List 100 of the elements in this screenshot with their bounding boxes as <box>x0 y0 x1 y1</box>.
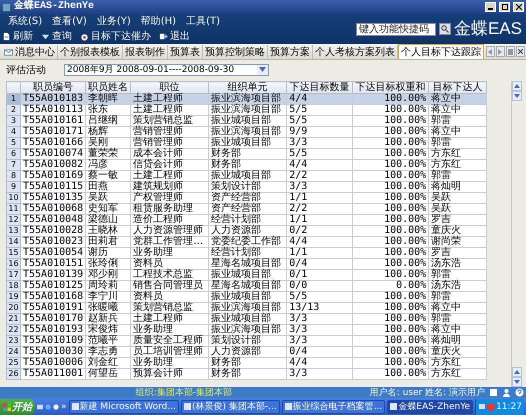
table-cell: 谢尚荣 <box>428 236 487 248</box>
user-icon[interactable] <box>502 388 511 397</box>
row-number: 4 <box>6 126 20 138</box>
table-cell: 土建工程师 <box>130 94 209 104</box>
more-icons-button[interactable]: » <box>61 402 67 412</box>
column-header[interactable]: 职位 <box>130 82 209 94</box>
corner-cell <box>6 82 20 94</box>
menu-item[interactable]: 工具(T) <box>186 16 220 28</box>
taskbar-button[interactable]: 振业综合电子档案管... <box>282 400 386 414</box>
table-cell: T55A010028 <box>20 226 86 236</box>
table-cell: 100.00% <box>352 160 429 170</box>
search-field[interactable]: 键入功能快捷码 <box>356 22 436 36</box>
table-cell: 100.00% <box>352 148 429 160</box>
close-tab-button[interactable] <box>516 46 525 57</box>
table-cell: 2/2 <box>286 204 353 214</box>
table-cell: 5/5 <box>286 116 353 126</box>
app-icon <box>2 2 11 12</box>
row-number: 24 <box>6 346 20 358</box>
column-header[interactable]: 目标下达人 <box>428 82 487 94</box>
table-cell: 100.00% <box>352 258 429 270</box>
table-cell: 100.00% <box>352 182 429 192</box>
tab[interactable]: 预算表 <box>168 45 203 59</box>
table-cell: 人力资源管理师 <box>130 226 209 236</box>
taskbar-button[interactable]: 新建 Microsoft Word... <box>68 400 179 414</box>
table-cell: 100.00% <box>352 138 429 148</box>
table-cell: 资料员 <box>130 258 209 270</box>
taskbar-button[interactable]: (林景俊) 集团本部-... <box>180 400 280 414</box>
table-cell: 蒋灿明 <box>428 336 487 346</box>
table-cell: 振业城项目部 <box>208 292 287 302</box>
toolbar-button[interactable]: 目标下达催办 <box>80 30 151 42</box>
row-number: 3 <box>6 116 20 126</box>
tab[interactable]: 报表制作 <box>123 45 168 59</box>
tab[interactable]: 预算方案 <box>268 45 313 59</box>
table-cell: 3/3 <box>286 336 353 346</box>
table-cell: 人力资源部 <box>208 346 287 358</box>
close-icon <box>518 49 523 54</box>
close-button[interactable] <box>513 2 524 12</box>
column-header[interactable]: 下达目标数量 <box>286 82 353 94</box>
tab[interactable]: 个别报表模板 <box>58 45 123 59</box>
table-cell: 周玲莉 <box>86 280 131 292</box>
tab[interactable]: 消息中心 <box>2 45 58 59</box>
table-cell: 100.00% <box>352 270 429 280</box>
column-header[interactable]: 下达目标权重和 <box>352 82 429 94</box>
scroll-up-button[interactable] <box>512 367 522 377</box>
table-cell: 预算会计师 <box>130 368 209 380</box>
menu-item[interactable]: 业务(Y) <box>96 16 131 28</box>
logo: 金蝶EAS <box>454 19 522 39</box>
scroll-down-button[interactable] <box>512 91 522 101</box>
toolbar-button[interactable]: 退出 <box>159 30 190 42</box>
table-cell: 张玲俐 <box>86 258 131 270</box>
row-number: 23 <box>6 336 20 346</box>
column-header[interactable]: 职员编号 <box>20 82 86 94</box>
table-cell: 营销管理师 <box>130 138 209 148</box>
table-cell: 振业滨海项目部 <box>208 324 287 336</box>
menu-item[interactable]: 系统(S) <box>8 16 42 28</box>
table-cell: 财务部 <box>208 368 287 380</box>
table-cell: 100.00% <box>352 204 429 214</box>
table-cell: 郭雷 <box>428 314 487 324</box>
search-button[interactable] <box>438 23 451 35</box>
table-cell: 100.00% <box>352 336 429 346</box>
table-cell: T55A010125 <box>20 280 86 292</box>
previous-tab-button[interactable] <box>486 46 495 57</box>
desktop-icon[interactable] <box>37 402 44 410</box>
table-cell: 员工培训管理师 <box>130 346 209 358</box>
toolbar-button[interactable]: 刷新 <box>2 30 33 42</box>
tab[interactable]: 个人目标下达跟踪 <box>398 44 484 59</box>
windows-flag-icon <box>3 402 11 410</box>
menu-item[interactable]: 查看(V) <box>52 16 87 28</box>
minimize-button[interactable] <box>485 2 496 12</box>
table-cell: 经营计划部 <box>208 248 287 258</box>
table-cell: 蒋立中 <box>428 104 487 116</box>
table-cell: 100.00% <box>352 214 429 226</box>
table-cell: 0/2 <box>286 226 353 236</box>
scroll-up-button[interactable] <box>512 81 522 91</box>
help-icon[interactable] <box>515 388 524 397</box>
activity-dropdown[interactable]: 2008年9月 2008-09-01----2008-09-30 <box>64 64 269 76</box>
table-cell: 策划营销总监 <box>130 116 209 126</box>
taskbar-button[interactable]: 金蝶EAS-ZhenYe <box>387 400 474 414</box>
table-cell: 100.00% <box>352 192 429 204</box>
table-cell: T55A010048 <box>20 214 86 226</box>
column-header[interactable]: 组织单元 <box>208 82 287 94</box>
table-cell: T55A010191 <box>20 302 86 314</box>
row-number: 10 <box>6 192 20 204</box>
table-cell: 成本会计师 <box>130 148 209 160</box>
table-cell: 蔡一敏 <box>86 170 131 182</box>
row-number: 7 <box>6 160 20 170</box>
table-cell: 冯彦 <box>86 160 131 170</box>
column-header[interactable]: 职员姓名 <box>86 82 131 94</box>
table-cell: 5/5 <box>286 292 353 302</box>
menu-item[interactable]: 帮助(H) <box>140 16 176 28</box>
maximize-button[interactable] <box>499 2 510 12</box>
scroll-down-button[interactable] <box>512 377 522 387</box>
dropdown-button[interactable] <box>257 64 268 74</box>
table-cell: 郭雷 <box>428 270 487 280</box>
toolbar-button[interactable]: 查询 <box>41 30 72 42</box>
document-icon[interactable] <box>489 388 498 397</box>
tab[interactable]: 预算控制策略 <box>203 45 268 59</box>
table-cell: 振业城项目部 <box>208 170 287 182</box>
next-tab-button[interactable] <box>496 46 505 57</box>
table-cell: 3/3 <box>286 368 353 380</box>
